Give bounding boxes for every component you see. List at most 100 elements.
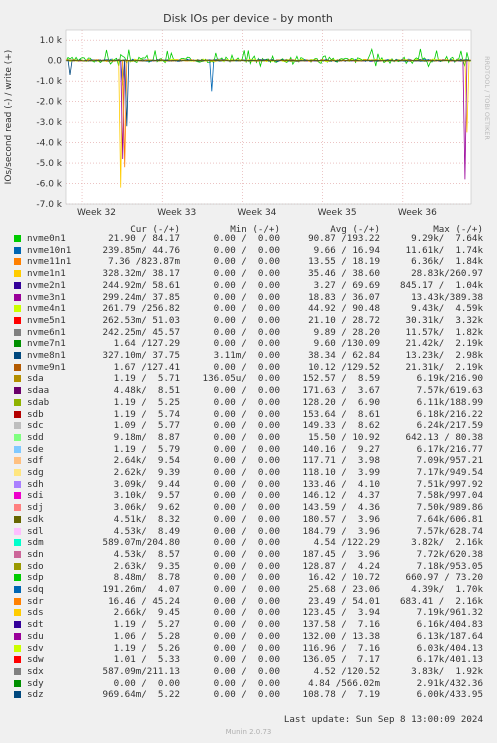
series-name: sdo xyxy=(27,560,44,572)
series-cur: 1.06 / 5.28 xyxy=(113,630,180,642)
series-avg: 38.34 / 62.84 xyxy=(308,350,380,361)
series-avg: 9.66 / 16.94 xyxy=(313,244,380,256)
legend-swatch xyxy=(14,480,21,488)
series-avg: 136.05 / 7.17 xyxy=(302,654,380,666)
series-name: nvme8n1 xyxy=(27,350,66,361)
series-cur: 191.26m/ 4.07 xyxy=(102,584,180,595)
legend-row: sdv 1.19 / 5.26 0.00 / 0.00 116.96 / 7.16 6.… xyxy=(0,643,497,654)
series-cur: 1.19 / 5.27 xyxy=(113,619,180,631)
series-min: 0.00 / 0.00 xyxy=(213,408,280,420)
series-min: 0.00 / 0.00 xyxy=(213,361,280,373)
legend-swatch xyxy=(14,422,21,430)
series-max: 683.41 / 2.16k xyxy=(400,595,483,607)
series-name: sda xyxy=(27,373,44,385)
series-max: 7.57k/628.74 xyxy=(416,525,483,537)
series-avg: 128.87 / 4.24 xyxy=(302,560,380,572)
series-avg: 13.55 / 18.19 xyxy=(308,256,380,268)
series-max: 11.57k/ 1.82k xyxy=(405,326,483,338)
y-tick-label: -2.0 k xyxy=(36,98,62,108)
legend-row: sdf 2.64k/ 9.54 0.00 / 0.00 117.71 / 3.98 7.… xyxy=(0,455,497,466)
legend-swatch xyxy=(14,375,21,383)
legend-swatch xyxy=(14,305,21,313)
series-name: nvme2n1 xyxy=(27,279,66,291)
series-avg: 118.10 / 3.99 xyxy=(302,467,380,478)
series-cur: 262.53m/ 51.03 xyxy=(102,314,180,326)
legend-swatch xyxy=(14,621,21,629)
legend-swatch xyxy=(14,340,21,348)
legend-row: sdp 8.48m/ 8.78 0.00 / 0.00 16.42 / 10.72 66… xyxy=(0,572,497,583)
y-tick-label: -7.0 k xyxy=(36,200,62,210)
series-max: 11.61k/ 1.74k xyxy=(405,244,483,256)
series-cur: 1.19 / 5.71 xyxy=(113,373,180,385)
legend-row: nvme9n1 1.67 /127.41 0.00 / 0.00 10.12 /129… xyxy=(0,362,497,373)
series-avg: 10.12 /129.52 xyxy=(308,361,380,373)
legend-row: sdq 191.26m/ 4.07 0.00 / 0.00 25.68 / 23.06… xyxy=(0,584,497,595)
series-min: 0.00 / 0.00 xyxy=(213,478,280,490)
series-min: 0.00 / 0.00 xyxy=(213,291,280,303)
series-min: 0.00 / 0.00 xyxy=(213,607,280,619)
y-tick-label: 0.0 xyxy=(48,57,63,67)
series-name: sdr xyxy=(27,595,44,607)
series-min: 0.00 / 0.00 xyxy=(213,642,280,654)
legend-swatch xyxy=(14,504,21,512)
legend-swatch xyxy=(14,527,21,535)
legend-row: sdm 589.07m/204.80 0.00 / 0.00 4.54 /122.29… xyxy=(0,537,497,548)
legend-swatch xyxy=(14,586,21,593)
series-max: 6.11k/188.99 xyxy=(416,396,483,408)
series-name: nvme4n1 xyxy=(27,303,66,315)
series-cur: 3.06k/ 9.62 xyxy=(113,502,180,514)
legend-row: sdr 16.46 / 45.24 0.00 / 0.00 23.49 / 54.01… xyxy=(0,596,497,607)
series-avg: 128.20 / 6.90 xyxy=(302,396,380,408)
chart-plot: Disk IOs per device - by month IOs/second… xyxy=(4,12,491,218)
series-cur: 1.19 / 5.79 xyxy=(113,443,180,455)
series-cur: 9.18m/ 8.87 xyxy=(113,431,180,443)
chart-title: Disk IOs per device - by month xyxy=(163,12,333,25)
legend-swatch xyxy=(14,328,21,336)
legend-swatch xyxy=(14,410,21,418)
series-min: 0.00 / 0.00 xyxy=(213,467,280,478)
series-cur: 2.66k/ 9.45 xyxy=(113,607,180,619)
series-min: 0.00 / 0.00 xyxy=(213,443,280,455)
series-avg: 23.49 / 54.01 xyxy=(308,595,380,607)
series-cur: 589.07m/204.80 xyxy=(102,537,180,549)
series-max: 6.24k/217.59 xyxy=(416,420,483,432)
series-avg: 4.54 /122.29 xyxy=(313,537,380,549)
series-name: nvme0n1 xyxy=(27,233,66,244)
series-min: 0.00 / 0.00 xyxy=(213,256,280,268)
series-max: 7.18k/953.05 xyxy=(416,560,483,572)
series-max: 9.29k/ 7.64k xyxy=(411,233,483,244)
series-name: sdg xyxy=(27,467,44,478)
series-min: 0.00 / 0.00 xyxy=(213,385,280,397)
series-max: 660.97 / 73.20 xyxy=(405,572,483,584)
series-max: 3.83k/ 1.92k xyxy=(411,665,483,677)
series-name: sdz xyxy=(27,689,44,701)
series-avg: 184.79 / 3.96 xyxy=(302,525,380,537)
legend-swatch xyxy=(14,352,21,359)
series-min: 0.00 / 0.00 xyxy=(213,396,280,408)
munin-version: Munin 2.0.73 xyxy=(225,728,272,736)
series-min: 0.00 / 0.00 xyxy=(213,338,280,350)
series-name: sdab xyxy=(27,396,50,408)
series-cur: 3.10k/ 9.57 xyxy=(113,490,180,502)
series-min: 0.00 / 0.00 xyxy=(213,244,280,256)
series-avg: 149.33 / 8.62 xyxy=(302,420,380,432)
series-cur: 244.92m/ 58.61 xyxy=(102,279,180,291)
series-name: sdl xyxy=(27,525,44,537)
series-avg: 90.87 /193.22 xyxy=(308,233,380,244)
y-tick-label: -4.0 k xyxy=(36,139,62,149)
y-tick-label: -6.0 k xyxy=(36,180,62,190)
series-name: sdy xyxy=(27,677,44,689)
legend-row: sdaa 4.48k/ 8.51 0.00 / 0.00 171.63 / 3.67 7… xyxy=(0,385,497,396)
series-avg: 123.45 / 3.94 xyxy=(302,607,380,619)
series-cur: 2.63k/ 9.35 xyxy=(113,560,180,572)
series-max: 2.91k/432.36 xyxy=(416,677,483,689)
series-cur: 7.36 /823.87m xyxy=(108,256,180,268)
series-name: sdm xyxy=(27,537,44,549)
series-max: 21.42k/ 2.19k xyxy=(405,338,483,350)
legend-swatch xyxy=(14,644,21,652)
series-max: 7.17k/949.54 xyxy=(416,467,483,478)
series-cur: 1.64 /127.29 xyxy=(113,338,180,350)
series-name: sde xyxy=(27,443,44,455)
series-max: 845.17 / 1.04k xyxy=(400,279,483,291)
series-cur: 587.09m/211.13 xyxy=(102,665,180,677)
